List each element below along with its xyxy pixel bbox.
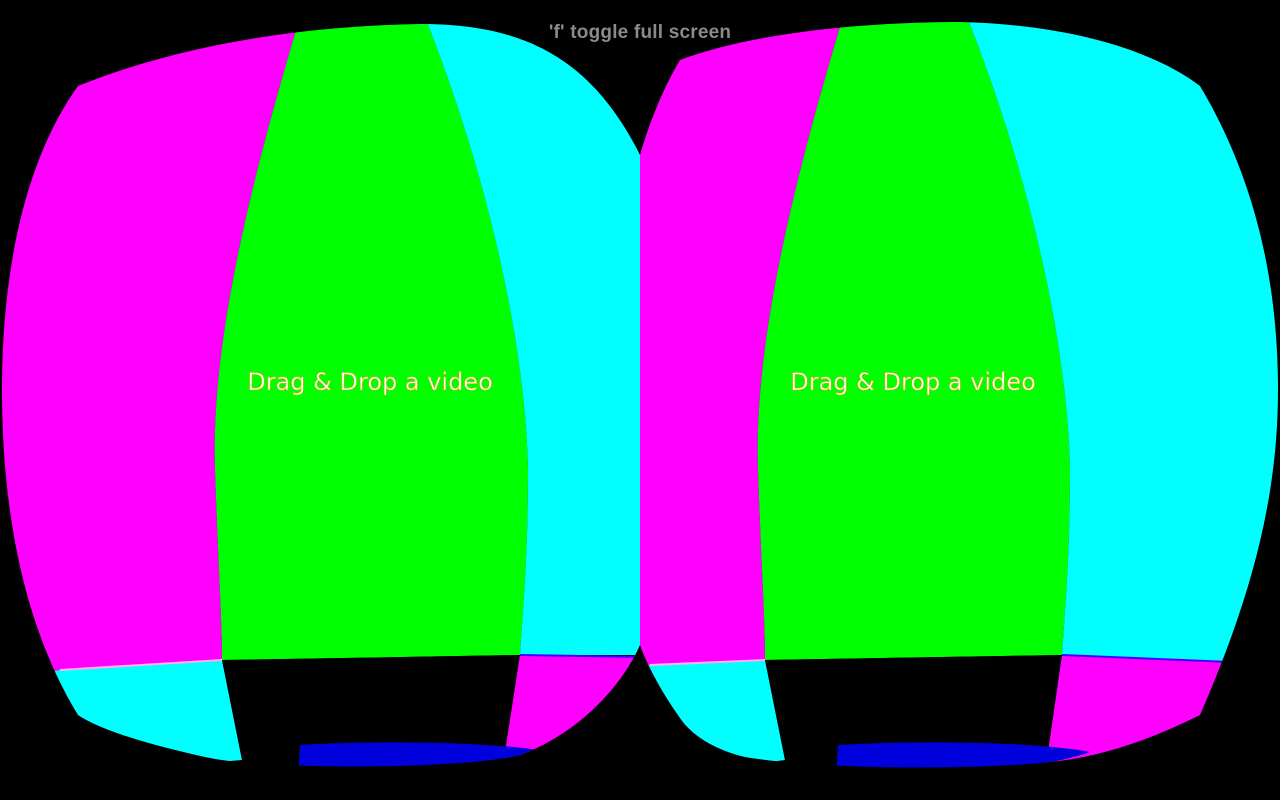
stereo-canvas[interactable]: Drag & Drop a video Drag & Drop a video (0, 0, 1280, 800)
left-eye-view[interactable] (0, 0, 640, 800)
cyan-lower-band (2, 660, 242, 767)
magenta-lower-band (500, 655, 640, 767)
right-eye-view[interactable] (640, 0, 1280, 800)
blue-lower-band (836, 742, 1090, 768)
vr-stereo-viewer[interactable]: Drag & Drop a video Drag & Drop a video … (0, 0, 1280, 800)
blue-lower-band (298, 742, 550, 767)
drop-zone-label-left: Drag & Drop a video (247, 368, 493, 396)
drop-zone-label-right: Drag & Drop a video (790, 368, 1036, 396)
magenta-lower-band (1040, 655, 1278, 768)
fullscreen-hint: 'f' toggle full screen (548, 22, 732, 43)
cyan-lower-band (640, 660, 785, 768)
